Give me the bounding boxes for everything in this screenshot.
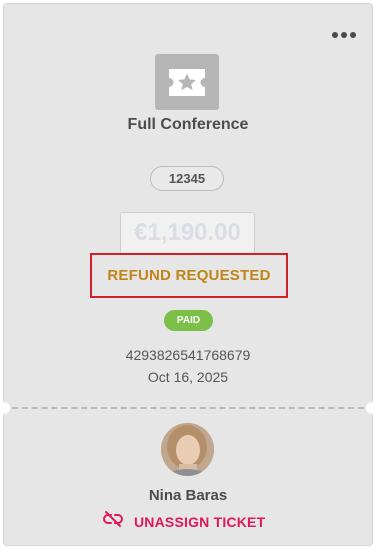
ticket-code-badge: 12345 <box>150 166 224 191</box>
order-date: Oct 16, 2025 <box>147 369 229 385</box>
unassign-ticket-button[interactable]: UNASSIGN TICKET <box>102 510 265 533</box>
dashed-divider <box>12 407 364 409</box>
ticket-type-title: Full Conference <box>127 116 249 133</box>
ticket-price: €1,190.00 <box>120 212 255 254</box>
assignee-name: Nina Baras <box>148 487 228 504</box>
more-options-icon[interactable] <box>332 32 356 38</box>
ticket-card: Full Conference 12345 €1,190.00 REFUND R… <box>0 3 378 546</box>
ticket-notch-right <box>366 402 378 414</box>
unassign-ticket-label: UNASSIGN TICKET <box>134 513 266 530</box>
avatar <box>161 423 214 476</box>
payment-status-badge: PAID <box>164 310 213 331</box>
ticket-notch-left <box>0 402 10 414</box>
order-number: 4293826541768679 <box>125 347 251 363</box>
refund-status: REFUND REQUESTED <box>90 253 288 298</box>
unlink-icon <box>102 510 124 533</box>
ticket-star-icon <box>155 54 219 110</box>
